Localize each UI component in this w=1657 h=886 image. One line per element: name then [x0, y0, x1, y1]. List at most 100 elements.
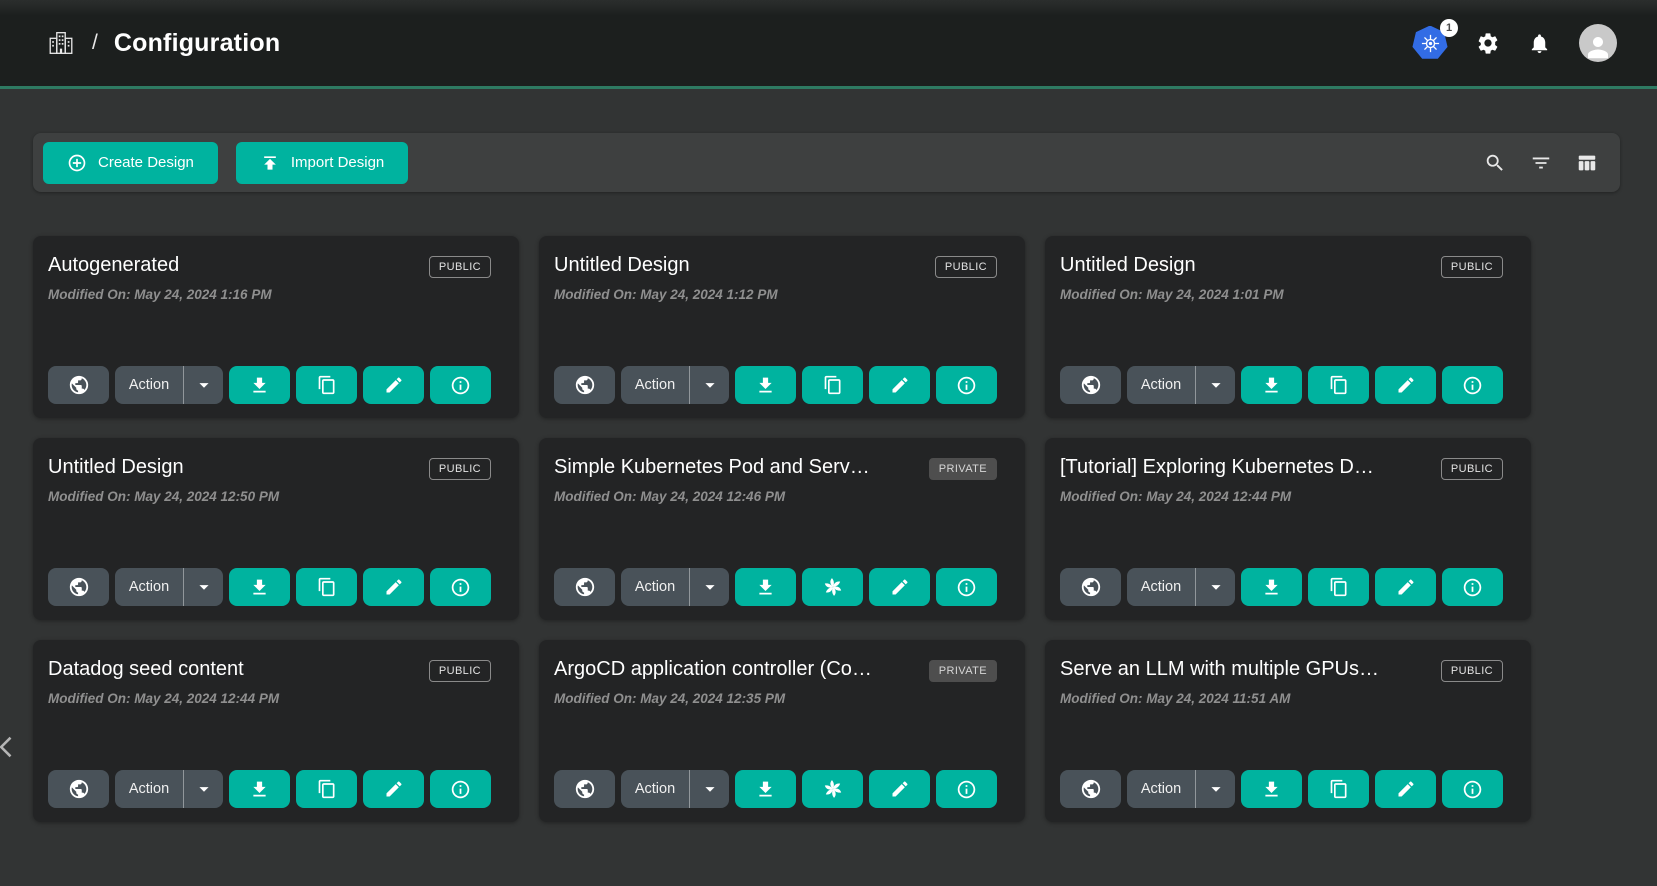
- action-button[interactable]: Action: [115, 568, 183, 606]
- action-dropdown-toggle[interactable]: [689, 568, 729, 606]
- action-button[interactable]: Action: [115, 366, 183, 404]
- info-button[interactable]: [1442, 568, 1503, 606]
- search-button[interactable]: [1484, 152, 1506, 174]
- info-button[interactable]: [936, 366, 997, 404]
- building-icon[interactable]: [46, 28, 76, 58]
- download-button[interactable]: [1241, 568, 1302, 606]
- design-title: ArgoCD application controller (Co…: [554, 658, 872, 681]
- publish-button[interactable]: [48, 568, 109, 606]
- action-split-button: Action: [1127, 770, 1235, 808]
- download-button[interactable]: [229, 568, 290, 606]
- download-icon: [755, 375, 776, 396]
- clone-button[interactable]: [802, 568, 863, 606]
- globe-icon: [68, 374, 90, 396]
- edit-pencil-icon: [384, 779, 404, 799]
- info-icon: [956, 577, 977, 598]
- globe-icon: [1080, 374, 1102, 396]
- info-button[interactable]: [430, 568, 491, 606]
- info-button[interactable]: [1442, 770, 1503, 808]
- download-button[interactable]: [229, 366, 290, 404]
- chevron-down-icon: [193, 374, 215, 396]
- info-button[interactable]: [936, 568, 997, 606]
- action-button[interactable]: Action: [1127, 366, 1195, 404]
- publish-button[interactable]: [554, 770, 615, 808]
- clone-button[interactable]: [1308, 568, 1369, 606]
- info-button[interactable]: [430, 770, 491, 808]
- download-icon: [1261, 577, 1282, 598]
- chevron-down-icon: [1205, 374, 1227, 396]
- publish-button[interactable]: [1060, 568, 1121, 606]
- action-dropdown-toggle[interactable]: [1195, 770, 1235, 808]
- edit-button[interactable]: [363, 366, 424, 404]
- design-title: [Tutorial] Exploring Kubernetes D…: [1060, 456, 1374, 479]
- edit-button[interactable]: [363, 770, 424, 808]
- edit-button[interactable]: [1375, 366, 1436, 404]
- info-button[interactable]: [430, 366, 491, 404]
- action-dropdown-toggle[interactable]: [1195, 568, 1235, 606]
- design-card: Simple Kubernetes Pod and Serv… PRIVATE …: [539, 438, 1025, 620]
- search-icon: [1484, 152, 1506, 174]
- import-design-button[interactable]: Import Design: [236, 142, 408, 184]
- table-view-button[interactable]: [1576, 152, 1598, 174]
- action-button[interactable]: Action: [1127, 770, 1195, 808]
- info-button[interactable]: [1442, 366, 1503, 404]
- action-dropdown-toggle[interactable]: [689, 770, 729, 808]
- download-button[interactable]: [735, 568, 796, 606]
- download-icon: [1261, 375, 1282, 396]
- user-avatar[interactable]: [1579, 24, 1617, 62]
- pinwheel-icon: [822, 576, 844, 598]
- edit-button[interactable]: [869, 568, 930, 606]
- card-actions: Action: [554, 568, 997, 606]
- download-button[interactable]: [229, 770, 290, 808]
- edit-button[interactable]: [1375, 568, 1436, 606]
- sidebar-collapse-button[interactable]: [0, 733, 21, 761]
- action-button[interactable]: Action: [1127, 568, 1195, 606]
- info-icon: [450, 375, 471, 396]
- edit-button[interactable]: [869, 770, 930, 808]
- copy-icon: [1329, 779, 1349, 799]
- create-design-button[interactable]: Create Design: [43, 142, 218, 184]
- publish-button[interactable]: [1060, 366, 1121, 404]
- breadcrumb-separator: /: [92, 31, 98, 55]
- clone-button[interactable]: [296, 366, 357, 404]
- settings-button[interactable]: [1476, 31, 1500, 55]
- clone-button[interactable]: [802, 366, 863, 404]
- clone-button[interactable]: [802, 770, 863, 808]
- edit-button[interactable]: [363, 568, 424, 606]
- action-split-button: Action: [115, 770, 223, 808]
- publish-button[interactable]: [554, 568, 615, 606]
- action-button[interactable]: Action: [621, 770, 689, 808]
- download-button[interactable]: [735, 366, 796, 404]
- download-button[interactable]: [1241, 770, 1302, 808]
- publish-button[interactable]: [554, 366, 615, 404]
- globe-icon: [574, 374, 596, 396]
- edit-button[interactable]: [1375, 770, 1436, 808]
- clone-button[interactable]: [296, 770, 357, 808]
- clone-button[interactable]: [296, 568, 357, 606]
- gear-icon: [1476, 31, 1500, 55]
- action-dropdown-toggle[interactable]: [183, 770, 223, 808]
- clone-button[interactable]: [1308, 366, 1369, 404]
- action-button[interactable]: Action: [621, 568, 689, 606]
- design-card: Serve an LLM with multiple GPUs… PUBLIC …: [1045, 640, 1531, 822]
- filter-button[interactable]: [1530, 152, 1552, 174]
- publish-button[interactable]: [48, 366, 109, 404]
- table-view-icon: [1576, 152, 1598, 174]
- action-dropdown-toggle[interactable]: [183, 568, 223, 606]
- action-dropdown-toggle[interactable]: [183, 366, 223, 404]
- publish-button[interactable]: [1060, 770, 1121, 808]
- kubernetes-context-button[interactable]: 1: [1412, 26, 1448, 61]
- edit-button[interactable]: [869, 366, 930, 404]
- clone-button[interactable]: [1308, 770, 1369, 808]
- action-button[interactable]: Action: [115, 770, 183, 808]
- modified-on-text: Modified On: May 24, 2024 12:46 PM: [554, 489, 997, 504]
- action-dropdown-toggle[interactable]: [689, 366, 729, 404]
- publish-button[interactable]: [48, 770, 109, 808]
- notifications-button[interactable]: [1528, 32, 1551, 55]
- action-dropdown-toggle[interactable]: [1195, 366, 1235, 404]
- download-button[interactable]: [1241, 366, 1302, 404]
- info-button[interactable]: [936, 770, 997, 808]
- action-split-button: Action: [1127, 568, 1235, 606]
- download-button[interactable]: [735, 770, 796, 808]
- action-button[interactable]: Action: [621, 366, 689, 404]
